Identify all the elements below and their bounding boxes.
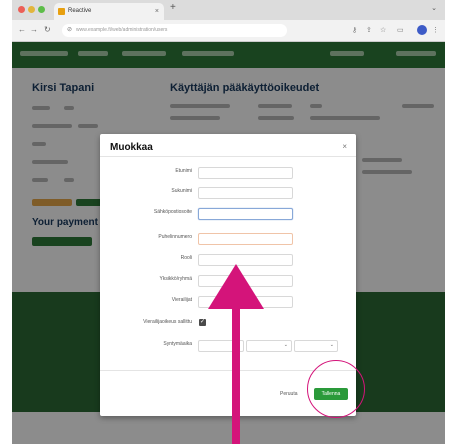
arrow-head: [208, 264, 264, 309]
arrow-shaft: [232, 306, 240, 444]
annotation-arrow: [208, 264, 264, 444]
